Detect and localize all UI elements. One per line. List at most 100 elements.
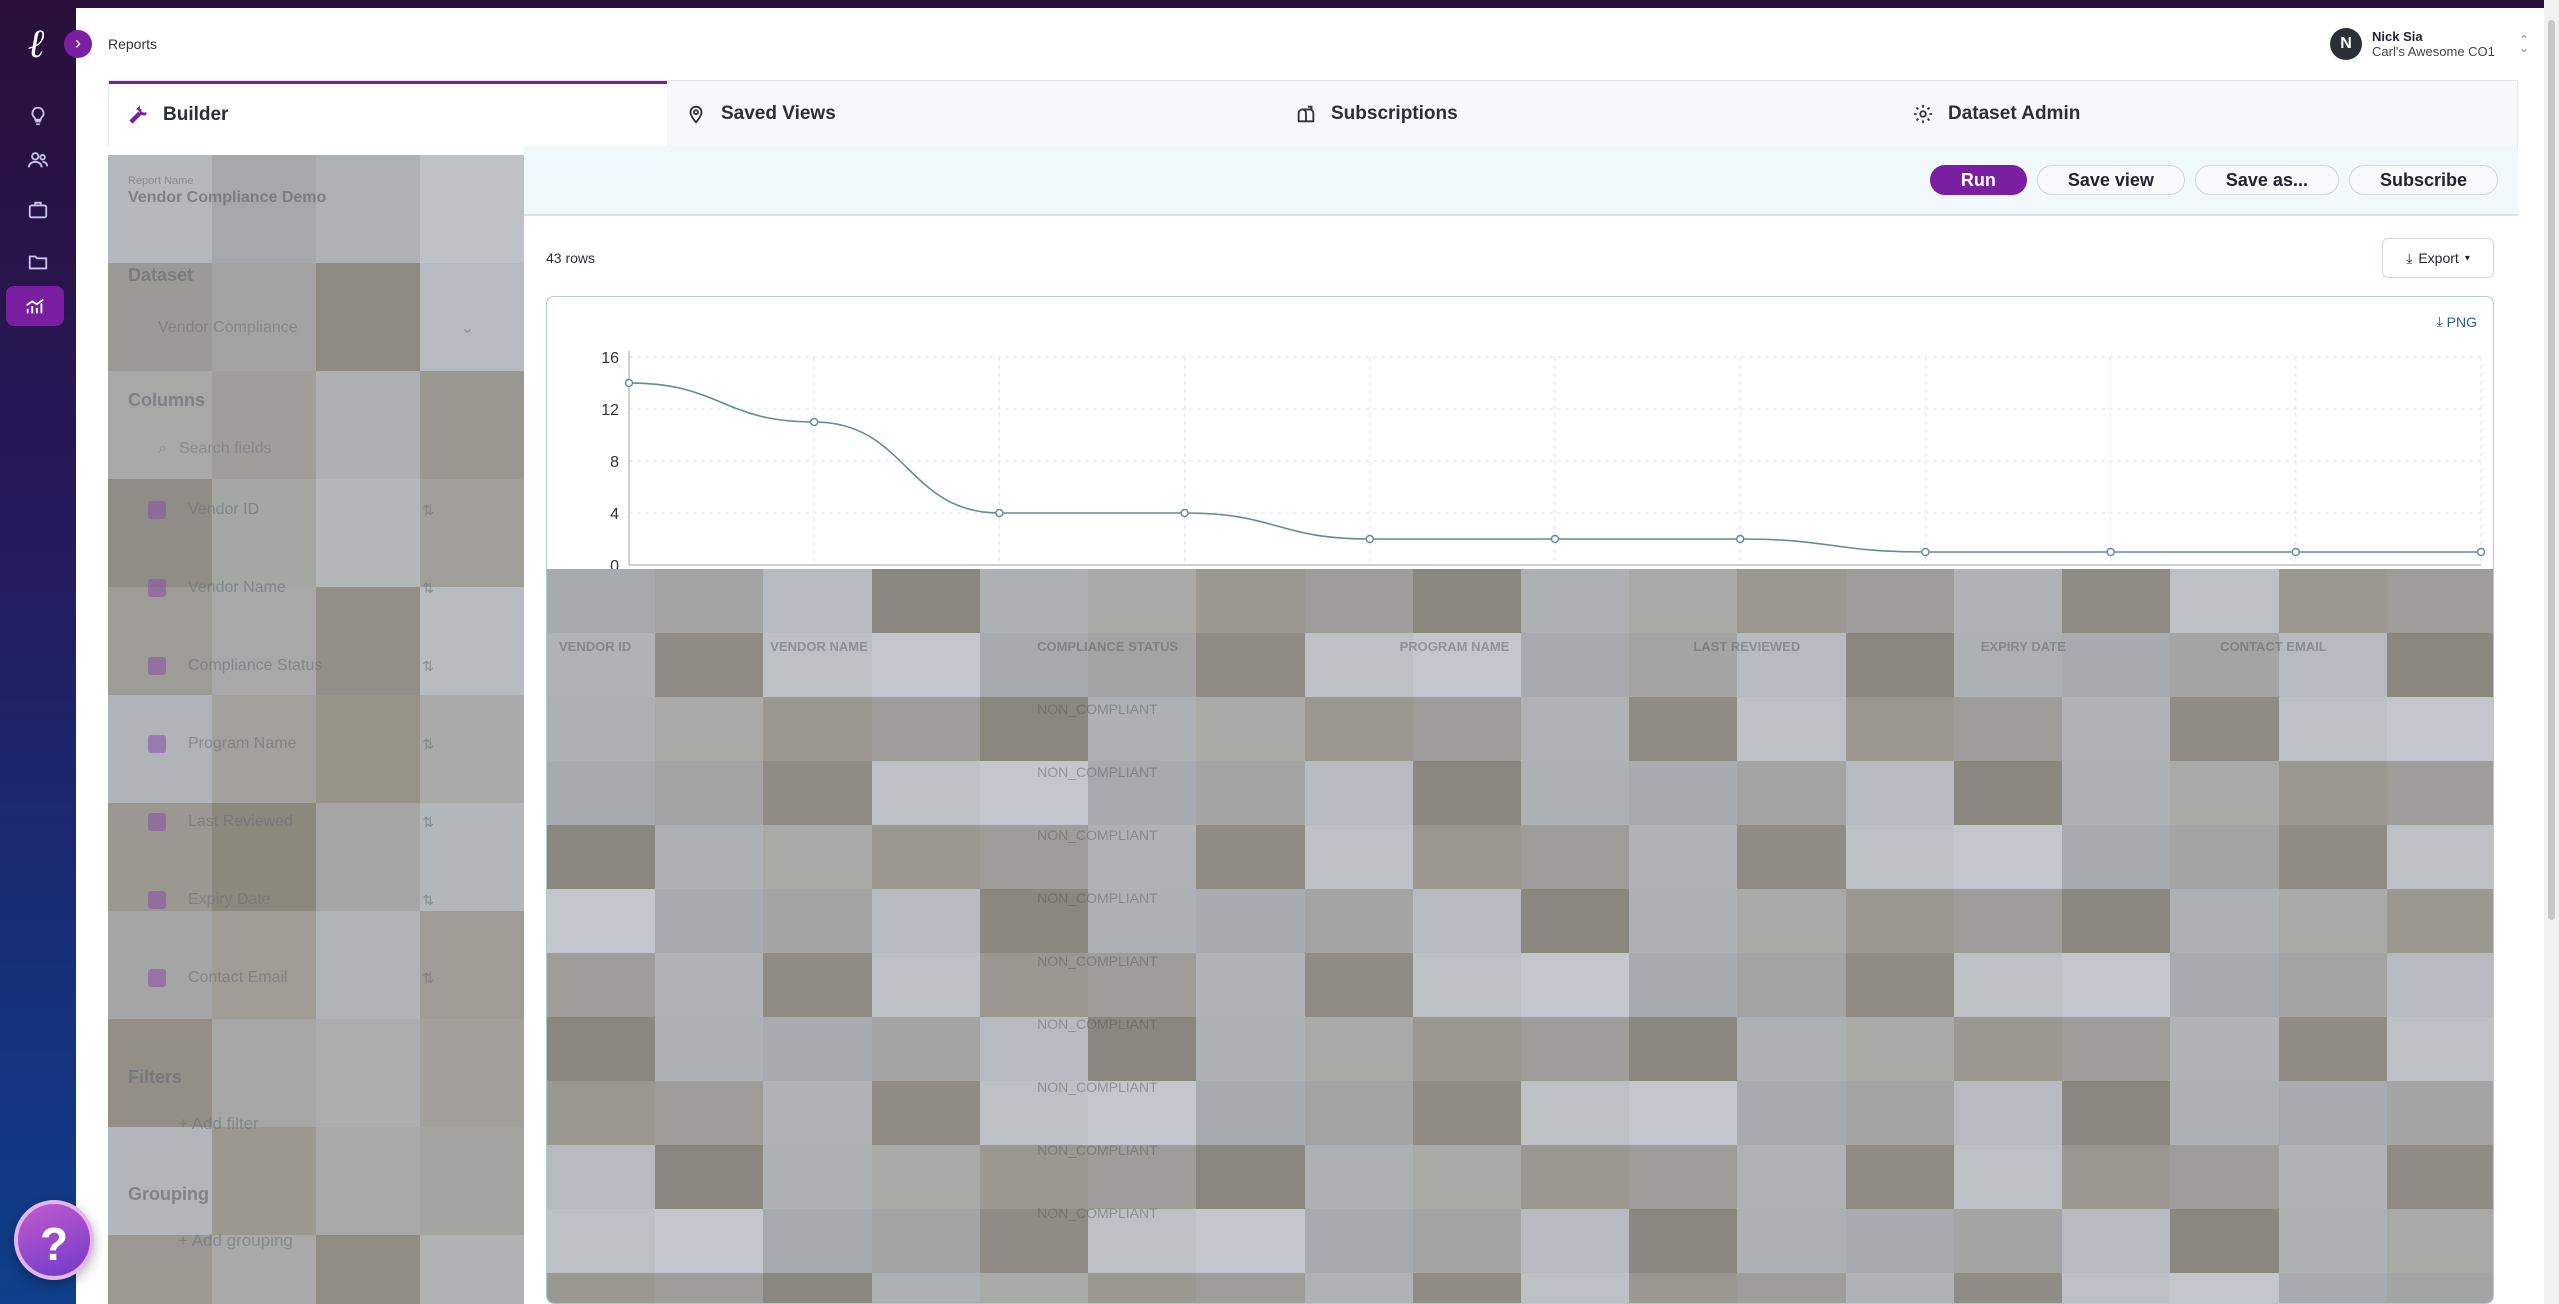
- user-menu[interactable]: N Nick Sia Carl's Awesome CO1 ⌃ ⌄: [2330, 28, 2529, 60]
- tab-dataset-admin[interactable]: Dataset Admin: [1894, 81, 2517, 146]
- mosaic-tile: [1629, 1273, 1738, 1303]
- run-button[interactable]: Run: [1929, 165, 2027, 195]
- sort-icon[interactable]: ⇅: [422, 892, 434, 909]
- column-label: Expiry Date: [188, 891, 271, 908]
- analytics-icon: [26, 298, 44, 314]
- column-header[interactable]: VENDOR NAME: [758, 569, 1025, 677]
- table-row[interactable]: NON_COMPLIANT: [547, 1118, 2493, 1181]
- mailbox-icon: [1297, 105, 1315, 122]
- sort-icon[interactable]: ⇅: [422, 580, 434, 597]
- sort-icon[interactable]: ⇅: [422, 502, 434, 519]
- tab-builder[interactable]: Builder: [109, 81, 667, 146]
- table-cell: [1969, 866, 2208, 929]
- sort-icon[interactable]: ⇅: [422, 736, 434, 753]
- table-header-row: VENDOR ID VENDOR NAME COMPLIANCE STATUS PRO…: [547, 569, 2493, 677]
- column-header[interactable]: CONTACT EMAIL: [2208, 569, 2493, 677]
- sort-icon[interactable]: ⇅: [422, 658, 434, 675]
- table-cell: [1681, 866, 1968, 929]
- checkbox[interactable]: [148, 657, 166, 675]
- mosaic-tile: [1520, 1273, 1630, 1303]
- table-row[interactable]: NON_COMPLIANT: [547, 803, 2493, 866]
- y-tick-label: 8: [610, 454, 619, 471]
- table-cell: [1388, 1118, 1682, 1181]
- mosaic-tile: [1845, 1273, 1954, 1303]
- avatar: N: [2330, 28, 2362, 60]
- table-cell: NON_COMPLIANT: [1037, 1015, 1158, 1032]
- save-as-button[interactable]: Save as...: [2194, 165, 2339, 195]
- tab-subscriptions[interactable]: Subscriptions: [1277, 81, 1894, 146]
- table-row[interactable]: NON_COMPLIANT: [547, 677, 2493, 740]
- builder-panel: Report Name Vendor Compliance Demo Datas…: [108, 155, 524, 1304]
- breadcrumb[interactable]: Reports: [108, 36, 157, 52]
- table-cell: [758, 929, 1025, 992]
- column-item[interactable]: Contact Email ⇅: [128, 939, 504, 1017]
- page-scrollbar[interactable]: [2544, 0, 2559, 1304]
- table-cell: NON_COMPLIANT: [1037, 763, 1158, 780]
- checkbox[interactable]: [148, 735, 166, 753]
- table-row[interactable]: NON_COMPLIANT: [547, 740, 2493, 803]
- column-item[interactable]: Vendor Name ⇅: [128, 549, 504, 627]
- table-row[interactable]: NON_COMPLIANT: [547, 929, 2493, 992]
- column-header[interactable]: COMPLIANCE STATUS: [1025, 569, 1387, 677]
- checkbox[interactable]: [148, 969, 166, 987]
- table-cell: NON_COMPLIANT: [1037, 826, 1158, 843]
- column-item[interactable]: Program Name ⇅: [128, 705, 504, 783]
- checkbox[interactable]: [148, 891, 166, 909]
- column-header[interactable]: LAST REVIEWED: [1681, 569, 1968, 677]
- column-label: Last Reviewed: [188, 813, 293, 830]
- column-header[interactable]: EXPIRY DATE: [1969, 569, 2208, 677]
- subscribe-button[interactable]: Subscribe: [2348, 165, 2498, 195]
- table-cell: [547, 1118, 758, 1181]
- report-name-input[interactable]: Vendor Compliance Demo: [128, 189, 504, 207]
- table-cell: [1681, 992, 1968, 1055]
- help-button[interactable]: ?: [14, 1200, 94, 1280]
- grouping-heading: Grouping: [128, 1184, 209, 1204]
- sidebar-item-reports[interactable]: [6, 286, 64, 326]
- table-row[interactable]: NON_COMPLIANT: [547, 1055, 2493, 1118]
- column-header[interactable]: PROGRAM NAME: [1388, 569, 1682, 677]
- save-view-button[interactable]: Save view: [2036, 165, 2185, 195]
- app-logo-icon[interactable]: ℓ: [14, 22, 58, 66]
- tab-bar: Builder Saved Views Subscriptions Datase…: [108, 80, 2518, 146]
- add-grouping-button[interactable]: + Add grouping: [128, 1231, 504, 1251]
- sidebar-item-insights[interactable]: [0, 96, 76, 136]
- checkbox[interactable]: [148, 501, 166, 519]
- table-row[interactable]: NON_COMPLIANT: [547, 992, 2493, 1055]
- sort-icon[interactable]: ⇅: [422, 970, 434, 987]
- scrollbar-thumb[interactable]: [2548, 20, 2555, 920]
- add-filter-button[interactable]: + Add filter: [128, 1114, 504, 1134]
- expand-sidebar-button[interactable]: ›: [64, 30, 92, 58]
- checkbox[interactable]: [148, 813, 166, 831]
- column-header[interactable]: VENDOR ID: [547, 569, 758, 677]
- table-row[interactable]: NON_COMPLIANT: [547, 1181, 2493, 1244]
- folder-icon: [28, 255, 48, 270]
- chevron-down-icon: ⌄: [460, 320, 474, 337]
- checkbox[interactable]: [148, 579, 166, 597]
- data-point: [995, 508, 1004, 518]
- caret-down-icon: ▾: [2464, 252, 2470, 264]
- table-cell: [758, 803, 1025, 866]
- column-item[interactable]: Compliance Status ⇅: [128, 627, 504, 705]
- data-point: [2291, 547, 2301, 557]
- mosaic-tile: [1088, 1273, 1197, 1303]
- dataset-select[interactable]: Vendor Compliance ⌄: [128, 306, 504, 350]
- table-cell: [2208, 929, 2493, 992]
- sidebar-item-users[interactable]: [0, 140, 76, 180]
- table-cell: [547, 1055, 758, 1118]
- field-search-input[interactable]: ⌕ Search fields: [128, 427, 504, 471]
- column-item[interactable]: Vendor ID ⇅: [128, 471, 504, 549]
- mosaic-tile: [1304, 1273, 1413, 1303]
- table-cell: [2208, 740, 2493, 803]
- column-item[interactable]: Last Reviewed ⇅: [128, 783, 504, 861]
- data-point: [1550, 534, 1560, 544]
- sort-icon[interactable]: ⇅: [422, 814, 434, 831]
- sidebar-item-files[interactable]: [0, 242, 76, 282]
- table-row[interactable]: NON_COMPLIANT: [547, 866, 2493, 929]
- sidebar-item-work[interactable]: [0, 190, 76, 230]
- export-button[interactable]: ⤓ Export ▾: [2382, 238, 2494, 278]
- tab-saved-views[interactable]: Saved Views: [667, 81, 1277, 146]
- table-cell: [758, 1181, 1025, 1244]
- mosaic-tile: [871, 1273, 980, 1303]
- table-cell: [758, 740, 1025, 803]
- column-item[interactable]: Expiry Date ⇅: [128, 861, 504, 939]
